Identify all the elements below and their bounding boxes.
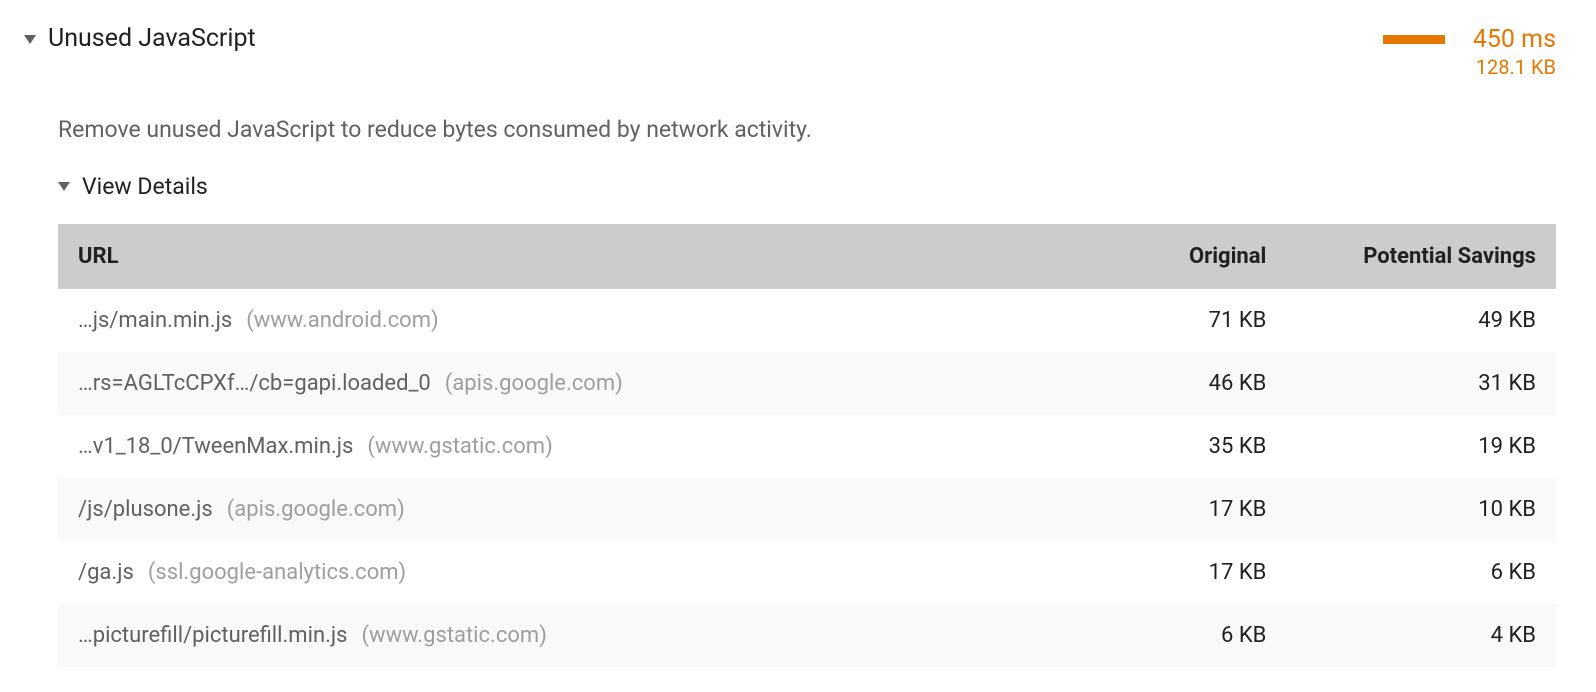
table-row: …js/main.min.js (www.android.com) 71 KB49 … [58,289,1556,352]
url-host: (apis.google.com) [445,371,623,396]
audit-description: Remove unused JavaScript to reduce bytes… [58,116,1556,143]
table-header-row: URL Original Potential Savings [58,224,1556,289]
metric-top-row: 450 ms [1383,26,1556,54]
audit-metric-block: 450 ms 128.1 KB [1383,24,1556,78]
col-header-url[interactable]: URL [58,224,1017,289]
audit-title: Unused JavaScript [48,24,256,53]
url-path[interactable]: …picturefill/picturefill.min.js [78,623,348,648]
url-host: (apis.google.com) [227,497,405,522]
url-path[interactable]: …rs=AGLTcCPXf…/cb=gapi.loaded_0 [78,371,431,396]
url-cell: /js/plusone.js (apis.google.com) [58,478,1017,541]
table-row: /ga.js (ssl.google-analytics.com) 17 KB6 K… [58,541,1556,604]
original-cell: 71 KB [1017,289,1287,352]
savings-cell: 49 KB [1286,289,1556,352]
col-header-original[interactable]: Original [1017,224,1287,289]
metric-size: 128.1 KB [1476,56,1556,78]
url-host: (www.gstatic.com) [367,434,552,459]
savings-cell: 10 KB [1286,478,1556,541]
savings-cell: 6 KB [1286,541,1556,604]
original-cell: 46 KB [1017,352,1287,415]
url-cell: …picturefill/picturefill.min.js (www.gsta… [58,604,1017,667]
savings-cell: 4 KB [1286,604,1556,667]
details-table: URL Original Potential Savings …js/main.… [58,224,1556,667]
table-row: /js/plusone.js (apis.google.com) 17 KB10 K… [58,478,1556,541]
chevron-down-icon[interactable] [24,35,36,44]
spark-bar-icon [1383,35,1445,44]
col-header-savings[interactable]: Potential Savings [1286,224,1556,289]
original-cell: 17 KB [1017,541,1287,604]
metric-time: 450 ms [1473,26,1556,54]
view-details-toggle[interactable]: View Details [58,173,1556,200]
url-path[interactable]: /ga.js [78,560,134,585]
url-path[interactable]: …v1_18_0/TweenMax.min.js [78,434,353,459]
audit-body: Remove unused JavaScript to reduce bytes… [24,78,1556,667]
url-path[interactable]: /js/plusone.js [78,497,213,522]
original-cell: 35 KB [1017,415,1287,478]
table-row: …v1_18_0/TweenMax.min.js (www.gstatic.com… [58,415,1556,478]
original-cell: 6 KB [1017,604,1287,667]
url-cell: …v1_18_0/TweenMax.min.js (www.gstatic.com… [58,415,1017,478]
table-row: …picturefill/picturefill.min.js (www.gsta… [58,604,1556,667]
url-host: (ssl.google-analytics.com) [148,560,406,585]
audit-title-row: Unused JavaScript 450 ms 128.1 KB [48,24,1556,78]
url-cell: /ga.js (ssl.google-analytics.com) [58,541,1017,604]
url-cell: …js/main.min.js (www.android.com) [58,289,1017,352]
url-host: (www.android.com) [246,308,438,333]
savings-cell: 31 KB [1286,352,1556,415]
original-cell: 17 KB [1017,478,1287,541]
savings-cell: 19 KB [1286,415,1556,478]
view-details-label: View Details [82,173,208,200]
url-cell: …rs=AGLTcCPXf…/cb=gapi.loaded_0 (apis.goo… [58,352,1017,415]
table-row: …rs=AGLTcCPXf…/cb=gapi.loaded_0 (apis.goo… [58,352,1556,415]
url-path[interactable]: …js/main.min.js [78,308,232,333]
url-host: (www.gstatic.com) [362,623,547,648]
chevron-down-icon [58,182,70,191]
audit-header: Unused JavaScript 450 ms 128.1 KB [24,24,1556,78]
